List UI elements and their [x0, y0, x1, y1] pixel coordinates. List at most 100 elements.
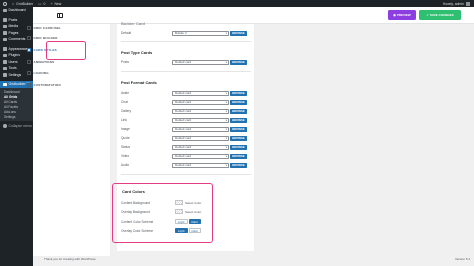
builder-icon: [27, 36, 31, 40]
link-card-select[interactable]: Default card ▾: [172, 117, 229, 123]
posts-card-select[interactable]: Default card ▾: [172, 59, 229, 65]
browse-button[interactable]: BROWSE: [230, 59, 247, 65]
chevron-down-icon: ▾: [225, 118, 227, 122]
browse-button[interactable]: BROWSE: [230, 162, 247, 168]
gridbuilder-submenu: Dashboard All Grids All Cards All Facets…: [0, 87, 33, 121]
aside-card-select[interactable]: Default card ▾: [172, 90, 229, 96]
howdy-text: Howdy, admin: [442, 1, 464, 6]
home-icon: ⌂: [12, 1, 15, 6]
format-row-chat: Chat Default card ▾ BROWSE: [121, 99, 251, 105]
browse-button[interactable]: BROWSE: [230, 30, 247, 36]
comments-count: 0: [43, 1, 46, 6]
comment-icon: ▭: [38, 1, 42, 6]
chevron-down-icon: ▾: [225, 109, 227, 113]
row-label: Chat: [121, 100, 128, 104]
browse-button[interactable]: BROWSE: [230, 126, 247, 132]
nav-label: GRID BUILDER: [33, 36, 58, 40]
site-name: GridBuilder: [16, 1, 34, 6]
footer-version: Version 5.4: [454, 257, 470, 261]
collapse-label: Collapse menu: [8, 123, 32, 128]
nav-customization[interactable]: CUSTOMIZATION: [20, 81, 74, 89]
nav-label: LOADING: [33, 71, 49, 75]
nav-label: ANIMATIONS: [33, 60, 55, 64]
submenu-settings[interactable]: Settings: [0, 114, 33, 119]
divider: [121, 41, 251, 42]
format-row-audio: Audio Default card ▾ BROWSE: [121, 162, 251, 168]
video-card-select[interactable]: Default card ▾: [172, 153, 229, 159]
pin-icon: [3, 18, 7, 22]
collapse-icon: [3, 124, 7, 128]
quote-card-select[interactable]: Default card ▾: [172, 135, 229, 141]
row-label: Link: [121, 118, 127, 122]
preview-button[interactable]: ◉ PREVIEW: [388, 10, 416, 20]
chevron-down-icon: ▾: [225, 91, 227, 95]
menu-label: Posts: [8, 17, 18, 22]
menu-label: Pages: [8, 30, 19, 35]
plug-icon: [3, 53, 7, 57]
site-name-link[interactable]: ⌂ GridBuilder: [12, 2, 33, 6]
new-content-link[interactable]: + New: [50, 2, 61, 6]
chat-card-select[interactable]: Default card ▾: [172, 99, 229, 105]
sidebar-toggle-icon[interactable]: [57, 12, 63, 18]
menu-dashboard[interactable]: Dashboard: [0, 7, 33, 14]
avatar: [466, 1, 470, 6]
browse-button[interactable]: BROWSE: [230, 117, 247, 123]
browse-button[interactable]: BROWSE: [230, 153, 247, 159]
page-icon: [3, 31, 7, 35]
account-menu[interactable]: Howdy, admin: [442, 1, 470, 6]
format-row-link: Link Default card ▾ BROWSE: [121, 117, 251, 123]
chevron-down-icon: ▾: [225, 145, 227, 149]
brush-icon: [3, 47, 7, 51]
post-format-cards-title: Post Format Cards: [121, 80, 157, 85]
row-label: Gallery: [121, 109, 132, 113]
preview-label: PREVIEW: [396, 13, 411, 17]
select-value: Default card: [175, 163, 192, 167]
save-changes-button[interactable]: ✓ SAVE CHANGES: [419, 10, 461, 20]
menu-label: Dashboard: [8, 8, 26, 13]
highlight-frame-nav: [46, 41, 86, 60]
plus-icon: +: [50, 1, 53, 6]
nav-loading[interactable]: LOADING: [20, 69, 74, 77]
nav-grid-carousel[interactable]: GRID CAROUSEL: [20, 24, 74, 32]
select-value: Default card: [175, 91, 192, 95]
eye-icon: ◉: [393, 13, 396, 17]
admin-bar: ⌂ GridBuilder ▭ 0 + New Howdy, admin: [0, 0, 474, 7]
select-value: Default card: [175, 154, 192, 158]
format-row-image: Image Default card ▾ BROWSE: [121, 126, 251, 132]
browse-button[interactable]: BROWSE: [230, 99, 247, 105]
browse-button[interactable]: BROWSE: [230, 135, 247, 141]
comments-link[interactable]: ▭ 0: [38, 2, 45, 6]
select-value: Default card: [175, 118, 192, 122]
audio-card-select[interactable]: Default card ▾: [172, 162, 229, 168]
footer-credit: Thank you for creating with WordPress.: [44, 257, 97, 261]
format-row-video: Video Default card ▾ BROWSE: [121, 153, 251, 159]
gallery-card-select[interactable]: Default card ▾: [172, 108, 229, 114]
chevron-down-icon: ▾: [225, 100, 227, 104]
menu-label: Plugins: [8, 53, 20, 58]
collapse-menu-button[interactable]: Collapse menu: [0, 123, 33, 130]
user-icon: [3, 60, 7, 64]
default-card-select[interactable]: Builder 2 ▾: [172, 30, 229, 36]
image-card-select[interactable]: Default card ▾: [172, 126, 229, 132]
browse-button[interactable]: BROWSE: [230, 108, 247, 114]
browse-button[interactable]: BROWSE: [230, 144, 247, 150]
chevron-down-icon: ▾: [225, 60, 227, 64]
select-value: Default card: [175, 136, 192, 140]
media-icon: [3, 24, 7, 28]
chevron-down-icon: ▾: [225, 154, 227, 158]
format-row-status: Status Default card ▾ BROWSE: [121, 144, 251, 150]
row-label: Image: [121, 127, 130, 131]
post-type-row-posts: Posts Default card ▾ BROWSE: [121, 59, 251, 65]
card-icon: [27, 48, 31, 52]
divider: [121, 71, 251, 72]
browse-button[interactable]: BROWSE: [230, 90, 247, 96]
wrench-icon: [3, 66, 7, 70]
select-value: Default card: [175, 60, 192, 64]
wordpress-logo-icon[interactable]: [3, 1, 7, 6]
select-value: Default card: [175, 109, 192, 113]
row-label: Status: [121, 145, 131, 149]
menu-label: Tools: [8, 66, 17, 71]
status-card-select[interactable]: Default card ▾: [172, 144, 229, 150]
chevron-down-icon: ▾: [225, 127, 227, 131]
menu-label: Users: [8, 59, 18, 64]
